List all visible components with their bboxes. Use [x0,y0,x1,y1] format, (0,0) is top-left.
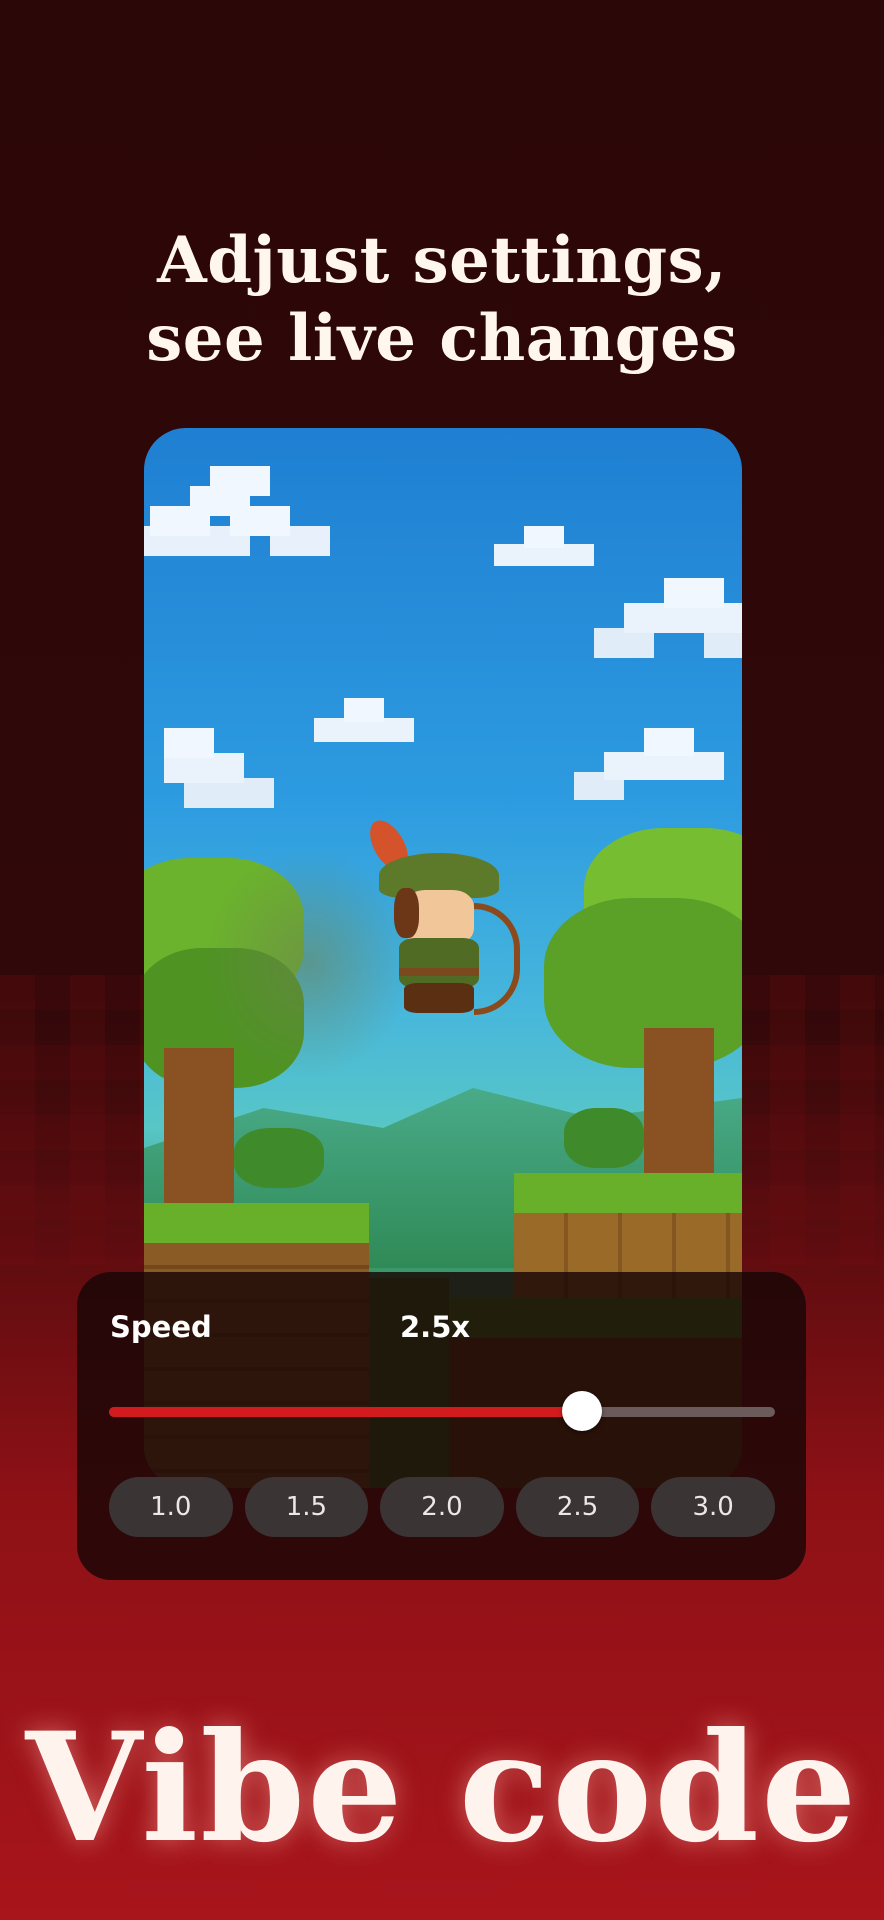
speed-slider[interactable] [109,1391,775,1431]
cloud [644,728,694,756]
headline-line-2: see live changes [146,301,738,376]
cloud [524,526,564,548]
preset-button[interactable]: 2.5 [515,1477,640,1537]
bush [234,1128,324,1188]
right-platform-grass [514,1173,742,1213]
speed-slider-thumb[interactable] [561,1391,602,1431]
brand-wordmark: Vibe code [25,1700,859,1876]
bush [564,1108,644,1168]
preset-button[interactable]: 1.0 [109,1477,233,1537]
cloud [344,698,384,722]
speed-label: Speed [110,1310,212,1344]
cloud [190,486,250,516]
settings-panel: Speed 2.5x 1.0 1.5 2.0 2.5 3.0 [77,1272,806,1580]
left-platform-grass [144,1203,369,1243]
hair [394,888,419,938]
preset-button[interactable]: 1.5 [244,1477,369,1537]
bow [474,903,520,1015]
headline-line-1: Adjust settings, [157,223,727,298]
belt [399,968,479,976]
headline: Adjust settings, see live changes [0,222,884,378]
speed-slider-fill [109,1407,582,1417]
boots [404,983,474,1013]
preset-button[interactable]: 3.0 [651,1477,775,1537]
speed-presets: 1.0 1.5 2.0 2.5 3.0 [109,1477,775,1537]
speed-value: 2.5x [400,1310,471,1344]
archer-character [362,814,544,1018]
cloud [164,728,214,758]
tunic [399,938,479,988]
cloud [664,578,724,608]
preset-button[interactable]: 2.0 [380,1477,504,1537]
